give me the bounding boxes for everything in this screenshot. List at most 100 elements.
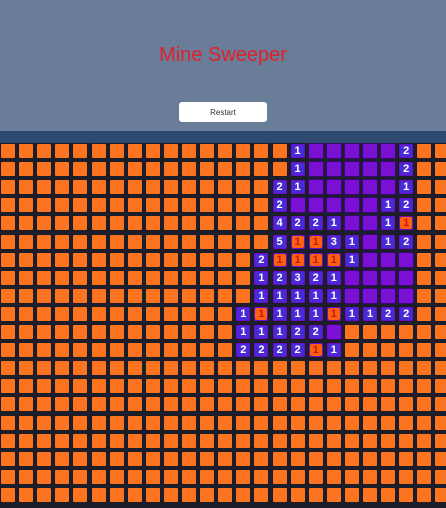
board-cell[interactable] [380,179,397,196]
board-cell[interactable] [72,468,89,485]
board-cell[interactable] [434,287,446,304]
board-cell[interactable] [162,197,179,214]
board-cell[interactable] [36,233,53,250]
board-cell[interactable] [144,269,161,286]
board-cell[interactable] [289,414,306,431]
board-cell[interactable] [307,486,324,503]
board-cell[interactable] [18,486,35,503]
board-cell[interactable] [271,414,288,431]
board-cell[interactable] [144,143,161,159]
board-cell[interactable] [434,468,446,485]
board-cell[interactable] [181,143,197,159]
board-cell[interactable] [181,342,197,359]
board-cell[interactable] [54,360,71,377]
board-cell[interactable] [416,197,433,214]
board-cell[interactable]: 2 [271,179,288,196]
board-cell[interactable] [162,486,179,503]
board-cell[interactable] [434,269,446,286]
board-cell[interactable] [108,269,125,286]
board-cell[interactable] [235,450,252,467]
board-cell[interactable] [416,287,433,304]
board-cell[interactable] [162,161,179,178]
board-cell[interactable] [217,486,234,503]
board-cell[interactable] [181,468,197,485]
board-cell[interactable] [108,305,125,322]
board-cell[interactable] [162,269,179,286]
board-cell[interactable] [380,414,397,431]
board-cell[interactable] [54,378,71,395]
board-cell[interactable] [54,233,71,250]
board-cell[interactable] [0,360,16,377]
board-cell[interactable] [72,432,89,449]
board-cell[interactable] [253,414,270,431]
board-cell[interactable] [434,396,446,413]
board-cell[interactable] [380,378,397,395]
board-cell[interactable] [362,233,378,250]
board-cell[interactable] [126,197,143,214]
board-cell[interactable] [253,233,270,250]
board-cell[interactable] [199,468,216,485]
board-cell[interactable] [253,197,270,214]
board-cell[interactable] [217,215,234,232]
board-cell[interactable] [144,396,161,413]
board-cell[interactable] [72,287,89,304]
board-cell[interactable] [217,414,234,431]
board-cell[interactable] [416,269,433,286]
board-cell[interactable]: 2 [398,233,415,250]
board-cell[interactable] [108,414,125,431]
board-cell[interactable] [416,396,433,413]
board-cell[interactable] [362,179,378,196]
board-cell[interactable] [90,179,107,196]
board-cell[interactable] [307,161,324,178]
board-cell[interactable] [54,414,71,431]
board-cell[interactable] [398,396,415,413]
board-cell[interactable] [380,432,397,449]
board-cell[interactable]: 1 [362,305,378,322]
board-cell[interactable]: 1 [289,233,306,250]
board-cell[interactable] [108,378,125,395]
board-cell[interactable]: 3 [325,233,342,250]
board-cell[interactable] [108,468,125,485]
board-cell[interactable] [343,269,360,286]
board-cell[interactable] [90,342,107,359]
board-cell[interactable] [434,233,446,250]
board-cell[interactable]: 1 [289,305,306,322]
board-cell[interactable] [144,161,161,178]
board-cell[interactable] [72,197,89,214]
board-cell[interactable] [253,360,270,377]
board-cell[interactable] [199,324,216,340]
board-cell[interactable] [253,378,270,395]
board-cell[interactable] [18,179,35,196]
board-cell[interactable]: 1 [253,305,270,322]
board-cell[interactable]: 1 [307,342,324,359]
board-cell[interactable]: 1 [253,269,270,286]
board-cell[interactable] [199,251,216,268]
board-cell[interactable] [181,360,197,377]
board-cell[interactable] [307,396,324,413]
board-cell[interactable] [90,378,107,395]
board-cell[interactable] [144,432,161,449]
board-cell[interactable]: 1 [271,251,288,268]
board-cell[interactable] [416,233,433,250]
board-cell[interactable] [144,360,161,377]
board-cell[interactable] [307,143,324,159]
board-cell[interactable] [162,233,179,250]
board-cell[interactable] [108,161,125,178]
board-cell[interactable] [181,414,197,431]
board-cell[interactable] [108,450,125,467]
board-cell[interactable] [325,179,342,196]
board-cell[interactable] [54,269,71,286]
board-cell[interactable] [18,251,35,268]
board-cell[interactable] [416,468,433,485]
board-cell[interactable] [343,161,360,178]
board-cell[interactable] [181,161,197,178]
board-cell[interactable] [217,432,234,449]
board-cell[interactable] [235,414,252,431]
board-cell[interactable] [235,486,252,503]
board-cell[interactable]: 2 [253,342,270,359]
board-cell[interactable] [398,414,415,431]
board-cell[interactable] [235,197,252,214]
board-cell[interactable] [108,287,125,304]
board-cell[interactable] [235,161,252,178]
board-cell[interactable] [217,468,234,485]
